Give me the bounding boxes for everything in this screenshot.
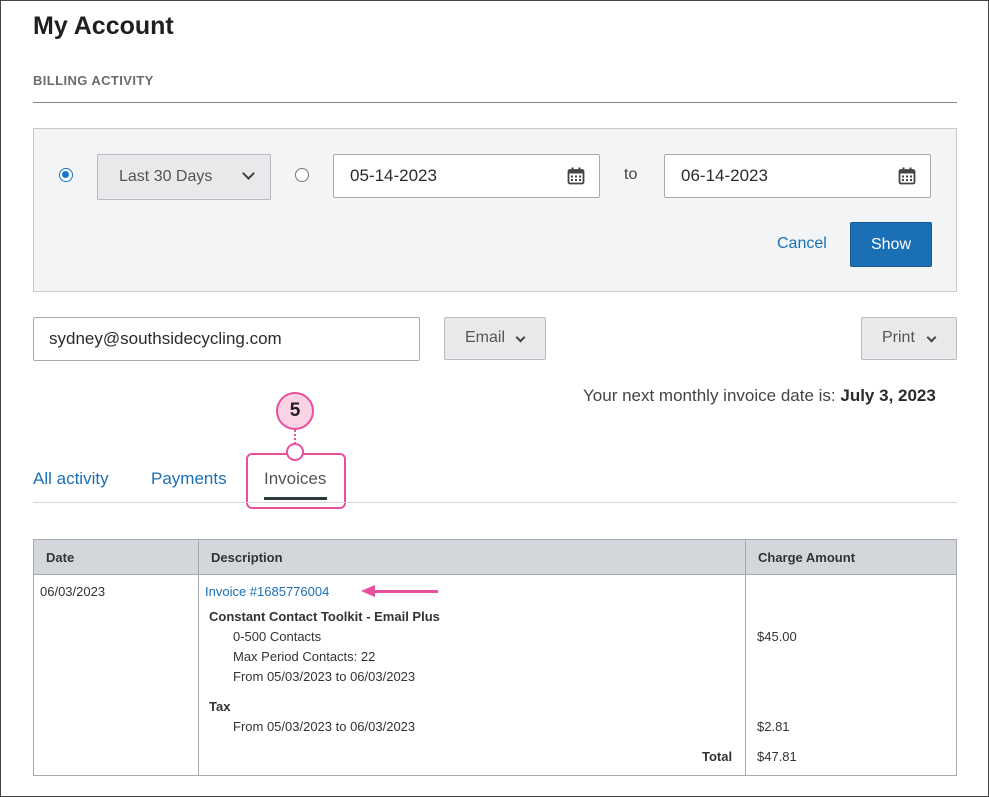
print-button[interactable]: Print: [861, 317, 957, 360]
tabs-divider: [33, 502, 957, 503]
column-header-charge-amount: Charge Amount: [758, 550, 856, 565]
preset-range-value: Last 30 Days: [119, 168, 213, 185]
preset-range-radio[interactable]: [59, 168, 73, 182]
billing-table: Date Description Charge Amount 06/03/202…: [33, 539, 957, 776]
start-date-field[interactable]: 05-14-2023: [333, 154, 600, 198]
print-button-label: Print: [882, 329, 915, 346]
calendar-icon[interactable]: [567, 167, 585, 185]
row-date: 06/03/2023: [40, 584, 106, 599]
column-header-description: Description: [211, 550, 283, 565]
cancel-button[interactable]: Cancel: [777, 235, 827, 253]
next-invoice-notice: Your next monthly invoice date is: July …: [583, 386, 936, 406]
start-date-value: 05-14-2023: [350, 166, 437, 185]
total-label: Total: [702, 749, 733, 764]
next-invoice-date: July 3, 2023: [840, 386, 936, 405]
tab-payments[interactable]: Payments: [151, 469, 227, 489]
end-date-value: 06-14-2023: [681, 166, 768, 185]
column-divider: [745, 540, 746, 775]
custom-range-radio[interactable]: [295, 168, 309, 182]
chevron-down-icon: [926, 332, 937, 343]
active-tab-indicator: [264, 497, 327, 500]
step-number-badge: 5: [276, 392, 314, 430]
date-filter-panel: Last 30 Days 05-14-2023 to 06-14-2023 Ca…: [33, 128, 957, 292]
product-name: Constant Contact Toolkit - Email Plus: [209, 609, 440, 624]
email-button[interactable]: Email: [444, 317, 546, 360]
show-button[interactable]: Show: [850, 222, 932, 267]
end-date-field[interactable]: 06-14-2023: [664, 154, 931, 198]
callout-connector: [294, 430, 296, 444]
date-range-to-label: to: [624, 166, 638, 183]
chevron-down-icon: [242, 167, 255, 180]
email-address-value: sydney@southsidecycling.com: [49, 329, 282, 348]
table-header: Date Description Charge Amount: [34, 540, 956, 575]
column-header-date: Date: [46, 550, 75, 565]
tab-invoices[interactable]: Invoices: [264, 469, 326, 489]
invoice-link[interactable]: Invoice #1685776004: [205, 584, 329, 599]
page-title: My Account: [33, 12, 174, 40]
total-amount: $47.81: [757, 749, 797, 764]
calendar-icon[interactable]: [898, 167, 916, 185]
product-charge-amount: $45.00: [757, 629, 797, 644]
chevron-down-icon: [515, 332, 526, 343]
preset-range-select[interactable]: Last 30 Days: [97, 154, 271, 200]
tax-charge-amount: $2.81: [757, 719, 790, 734]
next-invoice-label: Your next monthly invoice date is:: [583, 386, 836, 405]
callout-anchor-ring: [286, 443, 304, 461]
section-label: BILLING ACTIVITY: [33, 73, 154, 88]
pointer-arrow-icon: [361, 585, 375, 597]
tax-label: Tax: [209, 699, 231, 714]
email-address-input[interactable]: sydney@southsidecycling.com: [33, 317, 420, 361]
column-divider: [198, 540, 199, 775]
tax-detail-line: From 05/03/2023 to 06/03/2023: [233, 719, 416, 734]
product-detail-line: 0-500 Contacts: [233, 629, 322, 644]
product-detail-line: From 05/03/2023 to 06/03/2023: [233, 669, 416, 684]
pointer-arrow-shaft: [374, 590, 438, 593]
email-button-label: Email: [465, 329, 506, 346]
tab-all-activity[interactable]: All activity: [33, 469, 109, 489]
product-detail-line: Max Period Contacts: 22: [233, 649, 376, 664]
section-divider: [33, 102, 957, 103]
